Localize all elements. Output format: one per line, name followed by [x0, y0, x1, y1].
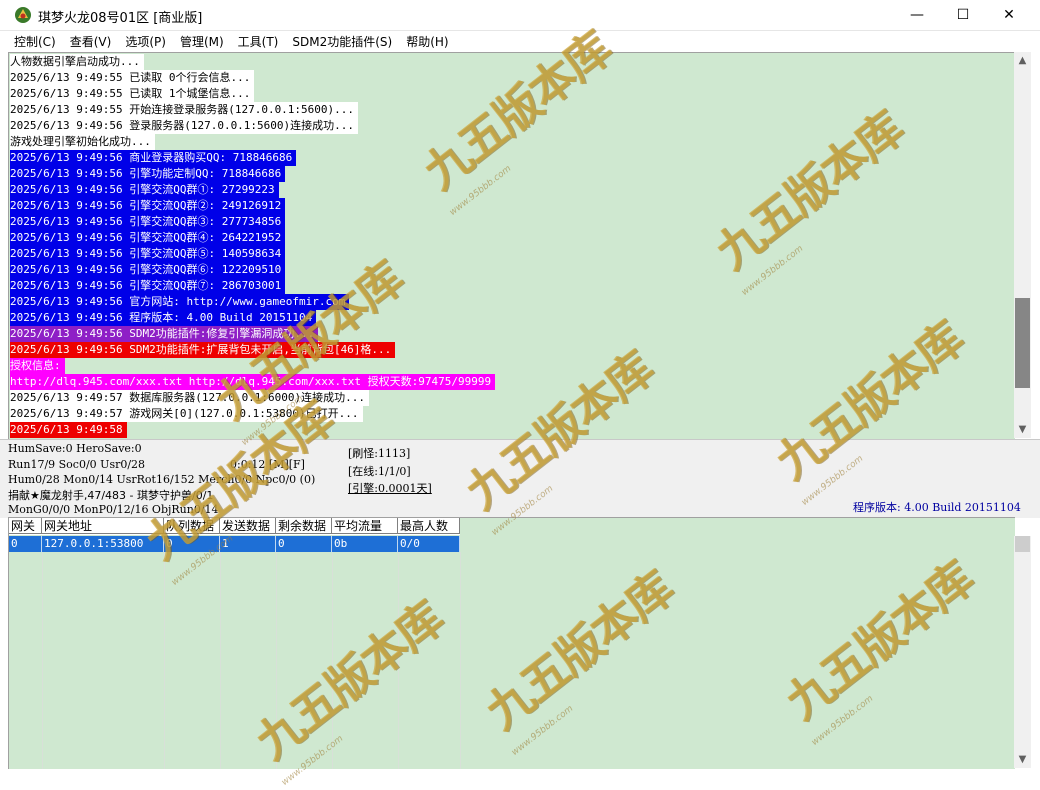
- col-gateway-address[interactable]: 网关地址: [42, 518, 164, 534]
- cell-queue-data: 0: [164, 536, 220, 552]
- window-title: 琪梦火龙08号01区 [商业版]: [38, 11, 203, 26]
- scroll-down-arrow-icon[interactable]: ▼: [1014, 751, 1031, 768]
- log-line: 2025/6/13 9:49:55 已读取 1个城堡信息...: [10, 86, 255, 102]
- refresh-monster-count: [刷怪:1113]: [348, 447, 411, 460]
- dragon-app-icon: [15, 7, 31, 23]
- log-line: 2025/6/13 9:49:56 商业登录器购买QQ: 718846686: [10, 150, 297, 166]
- log-line: 2025/6/13 9:49:56 SDM2功能插件:扩展背包未开启,当前背包[…: [10, 342, 396, 358]
- log-line: 2025/6/13 9:49:56 引擎交流QQ群⑤: 140598634: [10, 246, 286, 262]
- table-row[interactable]: 0 127.0.0.1:53800 0 1 0 0b 0/0: [9, 536, 460, 552]
- log-line: 人物数据引擎启动成功...: [10, 54, 144, 70]
- scroll-down-arrow-icon[interactable]: ▼: [1014, 421, 1031, 438]
- cell-gateway: 0: [9, 536, 42, 552]
- maximize-button[interactable]: ☐: [940, 0, 986, 30]
- menu-sdm2-plugin[interactable]: SDM2功能插件(S): [285, 33, 399, 50]
- log-line: http://dlq.945.com/xxx.txt http://dlq.94…: [10, 374, 496, 390]
- log-line: 2025/6/13 9:49:56 引擎交流QQ群④: 264221952: [10, 230, 286, 246]
- log-line: 2025/6/13 9:49:56 SDM2功能插件:修复引擎漏洞成功...: [10, 326, 319, 342]
- log-line: 授权信息:: [10, 358, 65, 374]
- close-button[interactable]: ✕: [986, 0, 1032, 30]
- col-max-users[interactable]: 最高人数: [398, 518, 460, 534]
- log-line: 2025/6/13 9:49:56 登录服务器(127.0.0.1:5600)连…: [10, 118, 359, 134]
- menu-control[interactable]: 控制(C): [0, 33, 63, 50]
- status-counts: Hum0/28 Mon0/14 UsrRot16/152 Merch0/0 Np…: [8, 473, 316, 486]
- program-version: 程序版本: 4.00 Build 20151104: [853, 501, 1021, 514]
- col-queue-data[interactable]: 队列数据: [164, 518, 220, 534]
- menu-tools[interactable]: 工具(T): [231, 33, 286, 50]
- log-line: 2025/6/13 9:49:58: [10, 422, 127, 438]
- col-gateway[interactable]: 网关: [9, 518, 42, 534]
- cell-max-users: 0/0: [398, 536, 460, 552]
- grid-scrollbar[interactable]: ▼: [1014, 536, 1031, 768]
- log-scroll-thumb[interactable]: [1015, 298, 1030, 388]
- grid-lines: [9, 552, 461, 769]
- cell-gateway-address: 127.0.0.1:53800: [42, 536, 164, 552]
- menu-bar: 控制(C) 查看(V) 选项(P) 管理(M) 工具(T) SDM2功能插件(S…: [0, 31, 1040, 51]
- log-line: 2025/6/13 9:49:57 数据库服务器(127.0.0.1:6000)…: [10, 390, 370, 406]
- online-count: [在线:1/1/0]: [348, 465, 411, 478]
- scroll-up-arrow-icon[interactable]: ▲: [1014, 52, 1031, 69]
- status-run: Run17/9 Soc0/0 Usr0/28: [8, 458, 146, 471]
- cell-remaining-data: 0: [276, 536, 332, 552]
- menu-help[interactable]: 帮助(H): [399, 33, 455, 50]
- col-remaining-data[interactable]: 剩余数据: [276, 518, 332, 534]
- status-panel: HumSave:0 HeroSave:0 Run17/9 Soc0/0 Usr0…: [0, 439, 1040, 518]
- engine-time: [引擎:0.0001天]: [348, 482, 432, 495]
- cell-send-data: 1: [220, 536, 276, 552]
- log-line: 2025/6/13 9:49:56 官方网站: http://www.gameo…: [10, 294, 350, 310]
- cell-avg-traffic: 0b: [332, 536, 398, 552]
- log-panel[interactable]: 人物数据引擎启动成功... 2025/6/13 9:49:55 已读取 0个行会信…: [8, 52, 1015, 439]
- log-line: 2025/6/13 9:49:56 引擎交流QQ群①: 27299223: [10, 182, 279, 198]
- log-line: 游戏处理引擎初始化成功...: [10, 134, 155, 150]
- log-line: 2025/6/13 9:49:56 引擎交流QQ群②: 249126912: [10, 198, 286, 214]
- status-timer: 0:0:12 [M][F]: [230, 458, 305, 471]
- minimize-button[interactable]: —: [894, 0, 940, 30]
- log-scrollbar[interactable]: ▲ ▼: [1014, 52, 1031, 438]
- log-line: 2025/6/13 9:49:56 引擎交流QQ群③: 277734856: [10, 214, 286, 230]
- grid-header: 网关 网关地址 队列数据 发送数据 剩余数据 平均流量 最高人数: [9, 518, 460, 535]
- title-bar: 琪梦火龙08号01区 [商业版] — ☐ ✕: [0, 0, 1040, 31]
- menu-options[interactable]: 选项(P): [118, 33, 173, 50]
- gateway-grid[interactable]: 网关 网关地址 队列数据 发送数据 剩余数据 平均流量 最高人数 0 127.0…: [8, 517, 1015, 769]
- log-line: 2025/6/13 9:49:57 游戏网关[0](127.0.0.1:5380…: [10, 406, 363, 422]
- log-line: 2025/6/13 9:49:55 开始连接登录服务器(127.0.0.1:56…: [10, 102, 359, 118]
- log-lines: 人物数据引擎启动成功... 2025/6/13 9:49:55 已读取 0个行会信…: [10, 54, 496, 438]
- grid-scroll-thumb[interactable]: [1015, 536, 1030, 552]
- status-save: HumSave:0 HeroSave:0: [8, 442, 142, 455]
- log-line: 2025/6/13 9:49:56 引擎交流QQ群⑦: 286703001: [10, 278, 286, 294]
- log-line: 2025/6/13 9:49:56 引擎功能定制QQ: 718846686: [10, 166, 286, 182]
- status-monsters: MonG0/0/0 MonP0/12/16 ObjRun0/14: [8, 503, 219, 516]
- status-donation: 捐献★魔龙射手,47/483 - 琪梦守护兽/0/1: [8, 489, 214, 502]
- log-line: 2025/6/13 9:49:55 已读取 0个行会信息...: [10, 70, 255, 86]
- col-avg-traffic[interactable]: 平均流量: [332, 518, 398, 534]
- log-line: 2025/6/13 9:49:56 引擎交流QQ群⑥: 122209510: [10, 262, 286, 278]
- menu-view[interactable]: 查看(V): [63, 33, 119, 50]
- menu-manage[interactable]: 管理(M): [173, 33, 231, 50]
- log-line: 2025/6/13 9:49:56 程序版本: 4.00 Build 20151…: [10, 310, 317, 326]
- col-send-data[interactable]: 发送数据: [220, 518, 276, 534]
